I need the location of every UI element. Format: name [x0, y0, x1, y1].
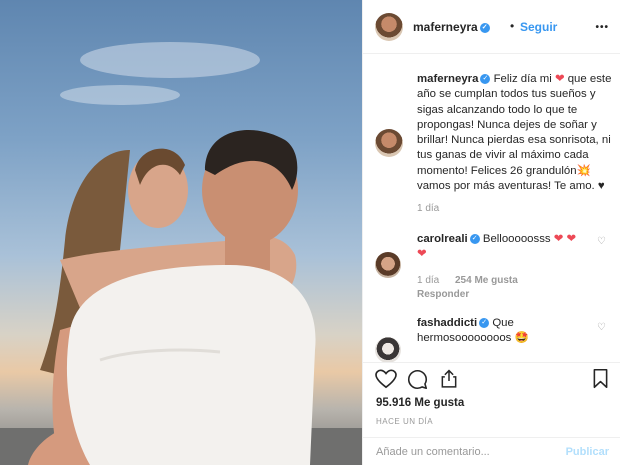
heart-outline-icon[interactable]: [375, 369, 397, 389]
verified-badge-icon: ✓: [469, 233, 480, 244]
couple-photo-illustration: [0, 42, 362, 465]
comment-username[interactable]: fashaddicti: [417, 317, 477, 329]
author-avatar[interactable]: [375, 13, 403, 41]
comment-icon[interactable]: [407, 369, 428, 390]
red-heart-emoji: ❤: [417, 248, 427, 260]
comment-time[interactable]: 1 día: [417, 275, 439, 286]
black-heart-emoji: ♥: [597, 180, 605, 193]
burst-emoji: 💥: [576, 164, 591, 177]
post-date[interactable]: HACE UN DÍA: [376, 417, 433, 426]
post-caption: maferneyra ✓ Feliz día mi ❤ que este año …: [417, 72, 613, 194]
post-header: maferneyra ✓ • Seguir •••: [363, 0, 620, 54]
post-sidebar: maferneyra ✓ • Seguir ••• maferneyra ✓ Fel…: [362, 0, 620, 465]
share-icon[interactable]: [439, 368, 459, 389]
comment-input[interactable]: Añade un comentario...: [376, 446, 490, 458]
verified-badge-icon: ✓: [479, 317, 490, 328]
publish-button[interactable]: Publicar: [566, 446, 609, 458]
comment-like-icon[interactable]: ♡: [597, 322, 606, 333]
caption-text-start: Feliz día mi: [493, 73, 552, 85]
comment-like-icon[interactable]: ♡: [597, 236, 606, 247]
more-options-icon[interactable]: •••: [595, 22, 609, 33]
commenter-avatar[interactable]: [375, 337, 401, 363]
comment-username[interactable]: carolreali: [417, 233, 468, 245]
author-username[interactable]: maferneyra ✓: [413, 20, 490, 34]
comment-1: carolreali ✓ Bellooooosss ❤ ❤ ❤: [417, 232, 597, 262]
follow-button[interactable]: Seguir: [520, 20, 557, 34]
caption-username[interactable]: maferneyra: [417, 73, 478, 85]
verified-badge-icon: ✓: [480, 73, 491, 84]
comment-likes[interactable]: 254 Me gusta: [455, 275, 518, 286]
separator-dot: •: [510, 19, 515, 33]
instagram-post: maferneyra ✓ • Seguir ••• maferneyra ✓ Fel…: [0, 0, 620, 465]
post-photo[interactable]: [0, 0, 362, 465]
caption-text-end: vamos por más aventuras! Te amo.: [417, 180, 595, 193]
add-comment-bar: Añade un comentario... Publicar: [363, 437, 620, 465]
star-struck-emoji: 🤩: [514, 332, 529, 344]
reply-button[interactable]: Responder: [417, 289, 469, 300]
caption-time[interactable]: 1 día: [417, 203, 439, 214]
caption-author-avatar[interactable]: [375, 129, 403, 157]
caption-text-middle: que este año se cumplan todos tus sueños…: [417, 73, 612, 177]
red-heart-emoji: ❤: [555, 73, 565, 85]
comment-2: fashaddicti ✓ Que hermosoooooooos 🤩: [417, 316, 597, 346]
likes-count[interactable]: 95.916 Me gusta: [376, 397, 464, 409]
red-hearts-emoji: ❤ ❤: [553, 233, 577, 245]
comment-text: Bellooooosss: [482, 233, 551, 245]
author-username-text[interactable]: maferneyra: [413, 20, 478, 34]
commenter-avatar[interactable]: [375, 252, 401, 278]
verified-badge-icon: ✓: [479, 22, 490, 33]
action-bar: 95.916 Me gusta HACE UN DÍA Añade un com…: [363, 362, 620, 462]
bookmark-icon[interactable]: [592, 368, 609, 389]
